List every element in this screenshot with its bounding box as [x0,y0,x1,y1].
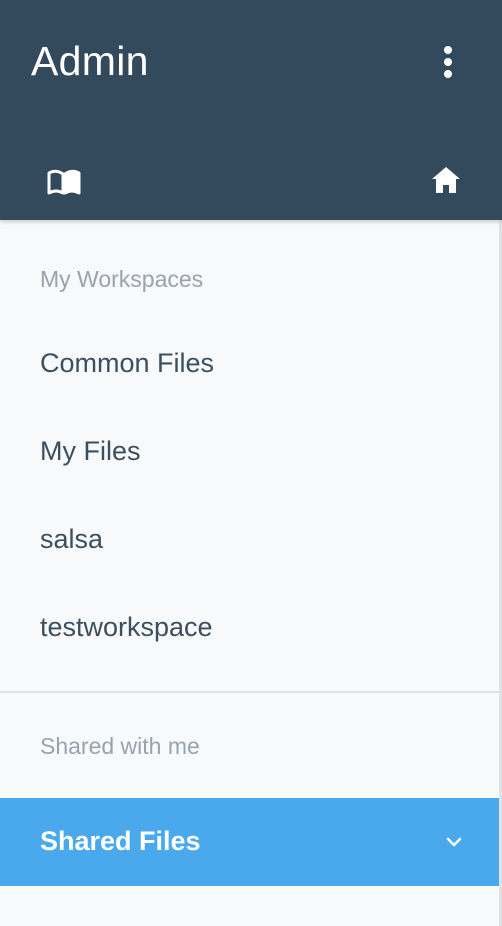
sidebar-item-shared-files[interactable]: Shared Files [0,798,499,886]
sidebar-item-testworkspace[interactable]: testworkspace [40,612,213,643]
section-divider [0,691,499,693]
kebab-menu-icon[interactable] [434,40,462,84]
section-label-shared-with-me: Shared with me [40,733,200,759]
book-icon[interactable] [46,168,82,196]
sidebar-item-common-files[interactable]: Common Files [40,348,214,379]
app-header: Admin [0,0,502,220]
app-window: Admin My Workspaces Common Files My File… [0,0,502,926]
sidebar-item-salsa[interactable]: salsa [40,524,103,555]
sidebar-item-my-files[interactable]: My Files [40,436,141,467]
chevron-down-icon[interactable] [443,834,465,850]
page-title: Admin [31,38,149,84]
home-icon[interactable] [430,165,462,195]
sidebar-item-label: Shared Files [40,826,201,856]
section-label-my-workspaces: My Workspaces [40,266,204,292]
